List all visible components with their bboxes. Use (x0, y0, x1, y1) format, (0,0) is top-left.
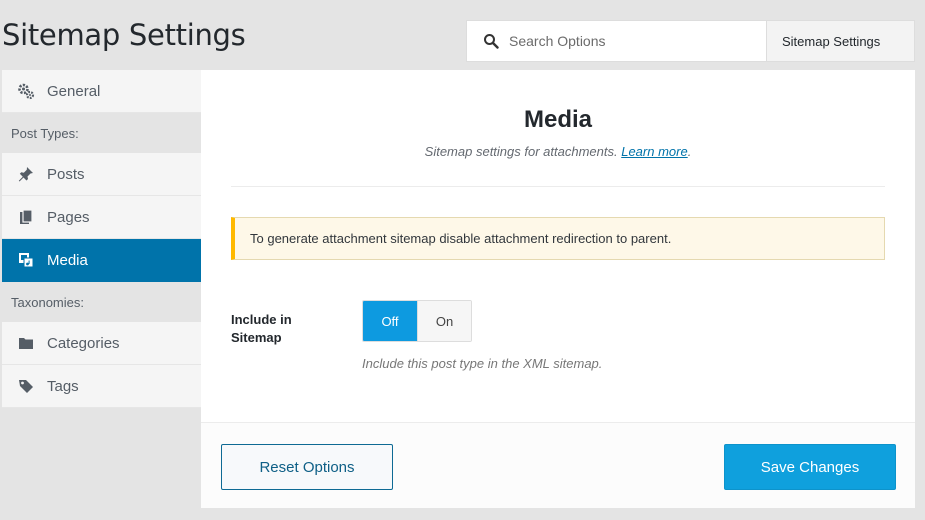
breadcrumb-tab[interactable]: Sitemap Settings (766, 20, 915, 62)
section-description: Sitemap settings for attachments. Learn … (201, 144, 915, 159)
gears-icon (17, 82, 35, 100)
sidebar-heading-taxonomies: Taxonomies: (2, 282, 201, 322)
toggle-off-option[interactable]: Off (363, 301, 417, 341)
toggle-on-option[interactable]: On (417, 301, 471, 341)
search-icon (484, 34, 499, 49)
sidebar-item-tags[interactable]: Tags (2, 365, 201, 408)
sidebar-item-label: Posts (47, 165, 85, 183)
settings-panel: Media Sitemap settings for attachments. … (201, 70, 915, 508)
sidebar-item-categories[interactable]: Categories (2, 322, 201, 365)
pin-icon (17, 165, 35, 183)
warning-notice: To generate attachment sitemap disable a… (231, 217, 885, 260)
include-in-sitemap-toggle[interactable]: Off On (362, 300, 472, 342)
save-changes-button[interactable]: Save Changes (724, 444, 896, 490)
sidebar-item-label: Tags (47, 377, 79, 395)
search-input[interactable] (509, 33, 749, 49)
page-title: Sitemap Settings (2, 18, 246, 52)
sidebar-item-label: Pages (47, 208, 90, 226)
sidebar-item-label: Categories (47, 334, 120, 352)
pages-icon (17, 208, 35, 226)
learn-more-link[interactable]: Learn more (621, 144, 687, 159)
folder-icon (17, 334, 35, 352)
description-text: Sitemap settings for attachments. (424, 144, 618, 159)
media-icon (17, 251, 35, 269)
search-box[interactable] (466, 20, 766, 62)
include-in-sitemap-label: Include in Sitemap (231, 312, 292, 345)
tag-icon (17, 377, 35, 395)
sidebar: General Post Types: Posts Pages Media Ta… (2, 70, 201, 408)
sidebar-item-media[interactable]: Media (2, 239, 201, 282)
divider (231, 186, 885, 187)
panel-footer: Reset Options Save Changes (201, 422, 915, 508)
description-end: . (687, 144, 692, 159)
sidebar-item-general[interactable]: General (2, 70, 201, 113)
sidebar-heading-post-types: Post Types: (2, 113, 201, 153)
section-title: Media (523, 106, 592, 133)
field-help-text: Include this post type in the XML sitema… (362, 356, 603, 371)
sidebar-item-label: Media (47, 251, 88, 269)
sidebar-item-label: General (47, 82, 101, 100)
sidebar-item-posts[interactable]: Posts (2, 153, 201, 196)
sidebar-item-pages[interactable]: Pages (2, 196, 201, 239)
reset-options-button[interactable]: Reset Options (221, 444, 393, 490)
